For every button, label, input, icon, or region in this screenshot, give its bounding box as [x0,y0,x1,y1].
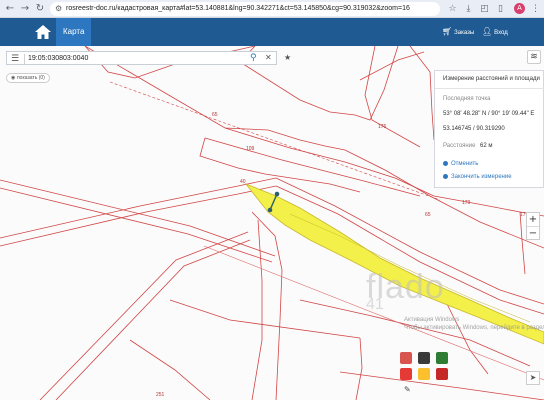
app-icon-3[interactable] [436,352,448,364]
parcel-label: 176 [378,124,387,130]
menu-icon[interactable]: ☰ [11,53,19,65]
user-icon: 👤︎ [482,27,493,36]
layers-icon[interactable]: ≋ [527,50,541,64]
profile-avatar[interactable]: A [514,3,525,14]
activation-line-1: Активация Windows [404,317,460,323]
parcel-label: 17 [520,212,526,218]
last-point-dms: 53° 08' 48.28" N / 90° 19' 09.44" E [443,111,535,117]
app-icon-1[interactable] [400,352,412,364]
browser-toolbar: ← → ↻ ⚙ rosreestr-doc.ru/кадастровая_кар… [0,0,544,18]
zoom-out-button[interactable]: − [527,227,539,240]
app-icon-2[interactable] [418,352,430,364]
measure-panel-title: Измерение расстояний и площади [443,76,540,82]
cart-icon: 🛒︎ [442,27,453,36]
parcel-label: 251 [156,392,165,398]
home-icon[interactable] [33,22,53,42]
distance-value: 62 м [480,143,493,149]
back-icon[interactable]: ← [3,2,17,16]
map-canvas[interactable]: 65 176 109 40 65 179 17 251 ☰ ⚲ ✕ ★ ◉ по… [0,46,544,400]
more-menu-icon[interactable]: ⋮ [529,2,542,16]
cancel-label: Отменить [451,161,479,168]
tab-map[interactable]: Карта [56,18,92,46]
locate-icon[interactable]: ➤ [526,371,540,385]
measurement-panel: Измерение расстояний и площади Последняя… [434,70,544,188]
search-divider [24,54,25,64]
show-results-chip[interactable]: ◉ показать (0) [6,73,50,83]
cadastral-search-input[interactable] [28,52,233,64]
parcel-label: 179 [462,200,471,206]
search-icon[interactable]: ⚲ [250,52,257,64]
login-label: Вход [494,30,508,36]
finish-dot-icon [443,174,448,179]
sidepanel-icon[interactable]: ▯ [494,2,507,16]
extensions-icon[interactable]: ◰ [478,2,491,16]
pencil-icon[interactable]: ✎ [404,385,411,394]
distance-label: Расстояние [443,143,476,149]
reload-icon[interactable]: ↻ [33,2,47,16]
orders-label: Заказы [454,30,475,36]
orders-button[interactable]: 🛒︎ Заказы [442,18,474,46]
search-bar: ☰ ⚲ ✕ [6,51,277,65]
download-icon[interactable]: ⤓ [462,2,475,16]
parcel-label: 65 [425,212,431,218]
bookmark-star-icon[interactable]: ☆ [446,2,459,16]
site-info-icon[interactable]: ⚙ [55,4,62,13]
last-point-label: Последняя точка [443,96,491,102]
zoom-in-button[interactable]: + [527,213,539,226]
finish-measure-button[interactable]: Закончить измерение [443,174,512,180]
last-point-decimal: 53.146745 / 90.319290 [443,126,505,132]
forward-icon[interactable]: → [18,2,32,16]
login-button[interactable]: 👤︎ Вход [482,18,508,46]
windows-activation-notice: Активация Windows Чтобы активировать Win… [404,316,544,332]
watermark-number: 41 [366,296,384,313]
zoom-control: + − [526,212,540,240]
parcel-label: 65 [212,112,218,118]
url-text: rosreestr-doc.ru/кадастровая_карта#lat=5… [66,5,410,12]
cancel-measure-button[interactable]: Отменить [443,161,478,167]
favorite-star-icon[interactable]: ★ [284,52,291,64]
show-results-label: показать (0) [16,75,45,81]
parcel-label: 109 [246,146,255,152]
app-icon-5[interactable] [418,368,430,380]
cancel-dot-icon [443,161,448,166]
parcel-label: 40 [240,179,246,185]
clear-icon[interactable]: ✕ [265,52,272,64]
app-icon-6[interactable] [436,368,448,380]
address-bar[interactable]: ⚙ rosreestr-doc.ru/кадастровая_карта#lat… [50,2,440,16]
activation-line-2: Чтобы активировать Windows, перейдите в … [404,325,544,331]
app-header: Карта 🛒︎ Заказы 👤︎ Вход [0,18,544,46]
finish-label: Закончить измерение [451,174,512,181]
app-icon-4[interactable] [400,368,412,380]
divider [435,88,544,89]
